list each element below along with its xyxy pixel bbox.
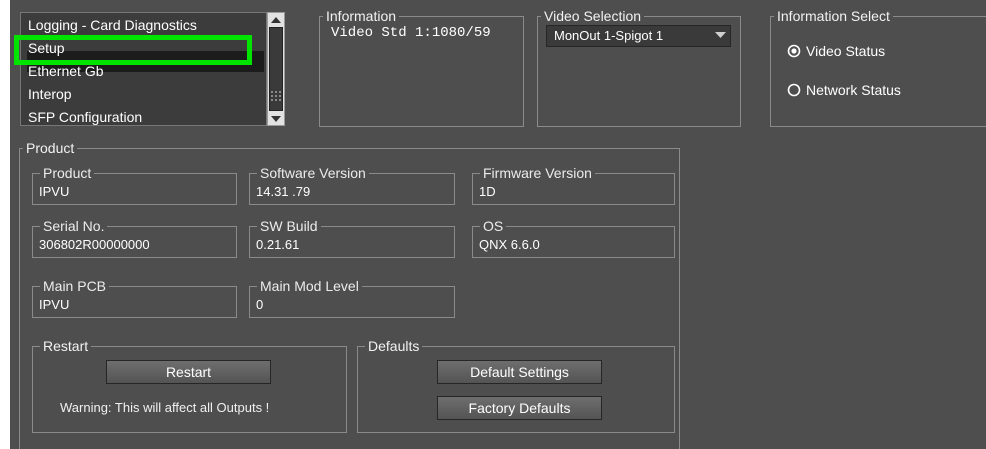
information-title: Information bbox=[323, 8, 400, 24]
product-group: Product Product IPVU Software Version 14… bbox=[19, 140, 680, 449]
defaults-group: Defaults Default Settings Factory Defaul… bbox=[357, 338, 675, 433]
software-version-label: Software Version bbox=[257, 165, 369, 181]
information-select-title: Information Select bbox=[774, 8, 893, 24]
serial-no-value: 306802R00000000 bbox=[39, 237, 150, 252]
product-title: Product bbox=[23, 140, 78, 156]
main-mod-level-field: Main Mod Level 0 bbox=[249, 278, 455, 318]
main-pcb-field: Main PCB IPVU bbox=[32, 278, 237, 318]
sw-build-value: 0.21.61 bbox=[256, 237, 300, 252]
factory-defaults-button[interactable]: Factory Defaults bbox=[437, 396, 602, 420]
software-version-field: Software Version 14.31 .79 bbox=[249, 165, 455, 205]
restart-group: Restart Restart Warning: This will affec… bbox=[32, 338, 347, 433]
scroll-down-arrow-icon[interactable] bbox=[270, 115, 282, 123]
information-text: Video Std 1:1080/59 bbox=[331, 25, 491, 41]
default-settings-button[interactable]: Default Settings bbox=[437, 360, 602, 384]
radio-selected-icon bbox=[787, 44, 801, 58]
setup-panel: Logging - Card Diagnostics Setup Etherne… bbox=[10, 0, 986, 449]
firmware-version-label: Firmware Version bbox=[480, 165, 595, 181]
radio-unselected-icon bbox=[787, 83, 801, 97]
main-pcb-label: Main PCB bbox=[40, 278, 110, 294]
information-select-group: Information Select Video Status Network … bbox=[770, 8, 986, 127]
sw-build-field: SW Build 0.21.61 bbox=[249, 218, 455, 258]
software-version-value: 14.31 .79 bbox=[256, 184, 311, 199]
list-scrollbar[interactable] bbox=[267, 12, 285, 126]
restart-title: Restart bbox=[40, 338, 92, 354]
main-mod-level-value: 0 bbox=[256, 297, 264, 312]
product-label: Product bbox=[40, 165, 95, 181]
defaults-title: Defaults bbox=[365, 338, 423, 354]
sw-build-label: SW Build bbox=[257, 218, 321, 234]
category-list[interactable]: Logging - Card Diagnostics Setup Etherne… bbox=[20, 12, 267, 126]
video-selection-group: Video Selection MonOut 1-Spigot 1 bbox=[537, 8, 741, 127]
video-status-label: Video Status bbox=[806, 43, 886, 59]
product-field: Product IPVU bbox=[32, 165, 237, 205]
network-status-label: Network Status bbox=[806, 82, 901, 98]
scroll-grip-icon bbox=[271, 91, 281, 101]
restart-button[interactable]: Restart bbox=[106, 360, 271, 384]
os-value: QNX 6.6.0 bbox=[479, 237, 540, 252]
selection-highlight-frame bbox=[14, 35, 252, 65]
scroll-up-arrow-icon[interactable] bbox=[270, 16, 282, 24]
list-item-ethernet[interactable]: Ethernet Gb bbox=[28, 63, 104, 79]
main-mod-level-label: Main Mod Level bbox=[257, 278, 362, 294]
os-field: OS QNX 6.6.0 bbox=[472, 218, 675, 258]
serial-no-label: Serial No. bbox=[40, 218, 108, 234]
os-label: OS bbox=[480, 218, 507, 234]
restart-warning: Warning: This will affect all Outputs ! bbox=[60, 400, 270, 415]
video-selection-title: Video Selection bbox=[541, 8, 645, 24]
video-selection-value: MonOut 1-Spigot 1 bbox=[554, 28, 664, 43]
firmware-version-field: Firmware Version 1D bbox=[472, 165, 675, 205]
product-value: IPVU bbox=[39, 184, 70, 199]
list-item-sfp[interactable]: SFP Configuration bbox=[28, 109, 142, 125]
information-group: Information Video Std 1:1080/59 bbox=[319, 8, 524, 127]
main-pcb-value: IPVU bbox=[39, 297, 70, 312]
list-item-logging[interactable]: Logging - Card Diagnostics bbox=[28, 17, 197, 33]
chevron-down-icon bbox=[715, 32, 726, 38]
serial-no-field: Serial No. 306802R00000000 bbox=[32, 218, 237, 258]
list-item-interop[interactable]: Interop bbox=[28, 86, 72, 102]
video-selection-dropdown[interactable]: MonOut 1-Spigot 1 bbox=[546, 25, 731, 47]
firmware-version-value: 1D bbox=[479, 184, 496, 199]
